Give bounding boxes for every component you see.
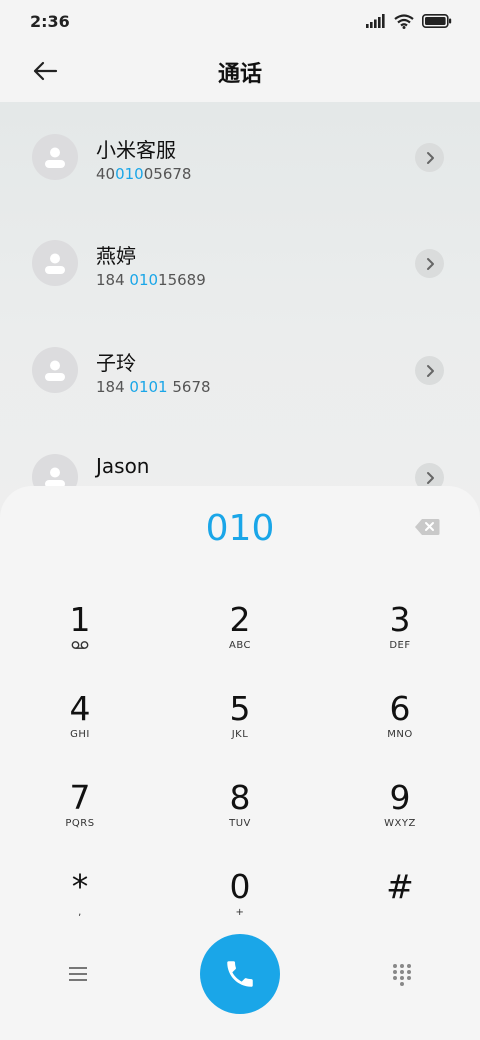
signal-icon <box>366 14 385 28</box>
key-digit: 1 <box>69 600 91 639</box>
contact-name: Jason <box>96 454 150 478</box>
key-2[interactable]: 2 ABC <box>170 590 310 672</box>
page-title: 通话 <box>217 62 262 87</box>
key-letters: WXYZ <box>384 818 416 829</box>
key-digit: 9 <box>389 778 411 817</box>
key-9[interactable]: 9 WXYZ <box>330 768 470 850</box>
avatar <box>32 347 78 393</box>
key-digit: 0 <box>229 867 251 906</box>
header: 通话 <box>0 42 480 102</box>
status-time: 2:36 <box>30 11 70 31</box>
contact-number: 184 01015689 <box>96 271 206 289</box>
contact-name: 小米客服 <box>96 138 176 162</box>
arrow-left-icon <box>33 61 58 81</box>
status-icons <box>366 13 452 29</box>
contact-name: 燕婷 <box>96 244 136 268</box>
menu-icon <box>69 967 87 981</box>
key-digit: 2 <box>229 600 251 639</box>
key-letters: GHI <box>70 729 90 740</box>
contact-list: 小米客服 4001005678 燕婷 184 01015689 子玲 184 0… <box>0 102 480 522</box>
key-digit: 8 <box>229 778 251 817</box>
key-letters: + <box>235 907 245 918</box>
key-digit: 7 <box>69 778 91 817</box>
call-button[interactable] <box>200 934 280 1014</box>
key-letters: ABC <box>228 640 251 651</box>
key-letters: MNO <box>387 729 413 740</box>
person-icon <box>45 360 65 381</box>
contact-detail-button[interactable] <box>415 143 444 172</box>
dialed-number[interactable]: 010 <box>0 504 480 554</box>
key-0[interactable]: 0 + <box>170 857 310 939</box>
chevron-right-icon <box>426 151 434 164</box>
key-8[interactable]: 8 TUV <box>170 768 310 850</box>
key-6[interactable]: 6 MNO <box>330 679 470 761</box>
backspace-icon <box>415 519 440 535</box>
dialpad: 010 1 2 ABC 3 DEF 4 GHI 5 JKL 6 MNO 7 PQ… <box>0 486 480 1040</box>
menu-button[interactable] <box>66 964 90 984</box>
keypad-icon <box>393 964 411 986</box>
chevron-right-icon <box>426 364 434 377</box>
status-bar: 2:36 <box>0 0 480 42</box>
wifi-icon <box>394 13 414 29</box>
contact-detail-button[interactable] <box>415 356 444 385</box>
key-digit: 6 <box>389 689 411 728</box>
key-digit: * <box>71 867 89 906</box>
contact-detail-button[interactable] <box>415 249 444 278</box>
key-5[interactable]: 5 JKL <box>170 679 310 761</box>
key-4[interactable]: 4 GHI <box>10 679 150 761</box>
battery-icon <box>422 14 452 28</box>
phone-icon <box>227 961 253 987</box>
key-3[interactable]: 3 DEF <box>330 590 470 672</box>
key-digit: 5 <box>229 689 251 728</box>
chevron-right-icon <box>426 471 434 484</box>
key-digit: 4 <box>69 689 91 728</box>
keypad-toggle-button[interactable] <box>390 962 414 986</box>
voicemail-icon <box>71 641 89 649</box>
chevron-right-icon <box>426 257 434 270</box>
key-1[interactable]: 1 <box>10 590 150 672</box>
contact-number: 184 0101 5678 <box>96 378 211 396</box>
avatar <box>32 240 78 286</box>
backspace-button[interactable] <box>414 518 440 536</box>
key-letters: PQRS <box>65 818 95 829</box>
key-letters: JKL <box>231 729 249 740</box>
back-button[interactable] <box>30 56 60 86</box>
avatar <box>32 134 78 180</box>
key-hash[interactable]: # <box>330 857 470 939</box>
key-letters: TUV <box>229 818 251 829</box>
person-icon <box>45 147 65 168</box>
key-letters: , <box>78 907 82 918</box>
dialpad-bottom-bar <box>0 934 480 1014</box>
contact-number: 4001005678 <box>96 165 192 183</box>
key-letters: DEF <box>389 640 411 651</box>
contact-name: 子玲 <box>96 351 136 375</box>
key-7[interactable]: 7 PQRS <box>10 768 150 850</box>
person-icon <box>45 253 65 274</box>
key-digit: 3 <box>389 600 411 639</box>
contact-row[interactable]: 小米客服 4001005678 <box>0 102 480 208</box>
contact-row[interactable]: 燕婷 184 01015689 <box>0 208 480 314</box>
key-star[interactable]: * , <box>10 857 150 939</box>
key-digit: # <box>386 867 414 906</box>
contact-row[interactable]: 子玲 184 0101 5678 <box>0 315 480 421</box>
